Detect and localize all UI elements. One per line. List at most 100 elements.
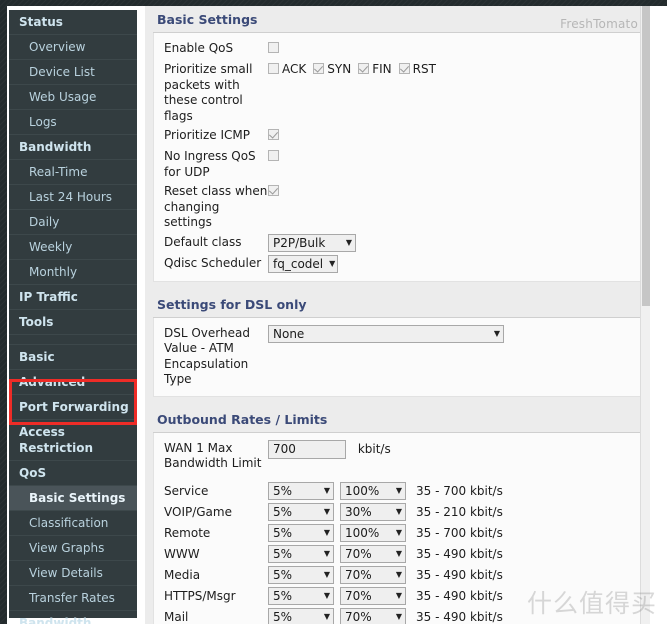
select-rate-percent[interactable]: 5% ▼ (268, 524, 334, 542)
label-service-name: Remote (164, 525, 211, 540)
flag-fin[interactable]: FIN (358, 61, 392, 78)
label-dsl-overhead: DSL Overhead Value - ATM Encapsulation T… (164, 325, 250, 387)
chevron-down-icon: ▼ (395, 507, 402, 516)
field-qdisc: fq_codel ▼ (268, 254, 635, 274)
content-scrollbar-thumb[interactable] (642, 6, 650, 306)
label-default-class: Default class (164, 234, 242, 249)
flag-syn[interactable]: SYN (313, 61, 351, 78)
label-service-name: HTTPS/Msgr (164, 588, 236, 603)
flag-ack[interactable]: ACK (268, 61, 306, 78)
sidebar-item-label: Basic (19, 350, 55, 364)
field-prioritize-icmp (268, 126, 635, 145)
sidebar-item-overview[interactable]: Overview (9, 35, 137, 60)
chevron-down-icon: ▼ (323, 528, 330, 537)
select-ceil-percent[interactable]: 100% ▼ (340, 524, 406, 542)
chevron-down-icon: ▼ (345, 237, 352, 247)
sidebar-item-bandwidth-limiter[interactable]: Bandwidth Limiter (9, 611, 137, 624)
chevron-down-icon: ▼ (323, 549, 330, 558)
chevron-down-icon: ▼ (323, 591, 330, 600)
sidebar-item-label: Device List (29, 65, 95, 79)
select-qdisc-scheduler[interactable]: fq_codel ▼ (268, 254, 338, 273)
select-rate-percent[interactable]: 5% ▼ (268, 482, 334, 500)
select-ceil-value: 70% (345, 547, 372, 561)
sidebar-item-access-restriction[interactable]: Access Restriction (9, 420, 137, 461)
sidebar-item-label: Advanced (19, 375, 86, 389)
content-scrollbar-track[interactable] (640, 6, 650, 624)
sidebar-item-label: Tools (19, 315, 54, 329)
chevron-down-icon: ▼ (395, 612, 402, 621)
select-rate-percent[interactable]: 5% ▼ (268, 566, 334, 584)
sidebar-item-advanced[interactable]: Advanced (9, 370, 137, 395)
sidebar-item-label: Basic Settings (29, 491, 126, 505)
select-rate-percent[interactable]: 5% ▼ (268, 608, 334, 624)
chevron-down-icon: ▼ (493, 328, 500, 338)
sidebar-item-view-graphs[interactable]: View Graphs (9, 536, 137, 561)
sidebar-item-label: Port Forwarding (19, 400, 129, 414)
checkbox-flag-syn[interactable] (313, 63, 325, 74)
sidebar-item-last-24-hours[interactable]: Last 24 Hours (9, 185, 137, 210)
label-small-packets: Prioritize small packets with these cont… (164, 62, 253, 123)
sidebar-item-logs[interactable]: Logs (9, 110, 137, 135)
checkbox-flag-fin[interactable] (358, 63, 370, 74)
checkbox-flag-rst[interactable] (398, 63, 410, 74)
sidebar-item-ip-traffic[interactable]: IP Traffic (9, 285, 137, 310)
checkbox-reset-class[interactable] (268, 185, 279, 196)
select-default-class[interactable]: P2P/Bulk ▼ (268, 233, 356, 252)
sidebar-item-basic[interactable]: Basic (9, 345, 137, 370)
checkbox-flag-ack[interactable] (268, 63, 279, 74)
checkbox-prioritize-icmp[interactable] (268, 129, 279, 140)
sidebar-item-transfer-rates[interactable]: Transfer Rates (9, 586, 137, 611)
sidebar-item-daily[interactable]: Daily (9, 210, 137, 235)
table-row: Remote 5% ▼ 100% ▼ 35 - 700 kbit/s (154, 523, 641, 544)
select-ceil-value: 70% (345, 568, 372, 582)
sidebar-item-classification[interactable]: Classification (9, 511, 137, 536)
sidebar-item-label: Monthly (29, 265, 78, 279)
checkbox-no-ingress-udp[interactable] (268, 150, 279, 161)
sidebar-item-port-forwarding[interactable]: Port Forwarding (9, 395, 137, 420)
chevron-down-icon: ▼ (323, 507, 330, 516)
select-ceil-percent[interactable]: 70% ▼ (340, 545, 406, 563)
label-service-name: Mail (164, 609, 189, 624)
sidebar-item-qos[interactable]: QoS (9, 461, 137, 486)
select-default-class-value: P2P/Bulk (273, 235, 326, 250)
sidebar-item-status[interactable]: Status (9, 10, 137, 35)
select-ceil-percent[interactable]: 70% ▼ (340, 608, 406, 624)
sidebar-item-weekly[interactable]: Weekly (9, 235, 137, 260)
select-rate-percent[interactable]: 5% ▼ (268, 545, 334, 563)
flag-rst[interactable]: RST (398, 61, 436, 78)
select-ceil-percent[interactable]: 70% ▼ (340, 566, 406, 584)
sidebar-item-bandwidth[interactable]: Bandwidth (9, 135, 137, 160)
sidebar-item-label: Access Restriction (19, 425, 94, 455)
select-ceil-percent[interactable]: 30% ▼ (340, 503, 406, 521)
select-rate-percent[interactable]: 5% ▼ (268, 587, 334, 605)
input-wan-max-bandwidth[interactable]: 700 (268, 439, 346, 459)
select-dsl-overhead[interactable]: None ▼ (268, 324, 504, 343)
sidebar-item-basic-settings[interactable]: Basic Settings (9, 486, 137, 511)
brand-label: FreshTomato (560, 17, 638, 31)
text-rate-range: 35 - 490 kbit/s (416, 547, 503, 561)
sidebar-item-label: Classification (29, 516, 109, 530)
select-rate-percent[interactable]: 5% ▼ (268, 503, 334, 521)
sidebar-item-device-list[interactable]: Device List (9, 60, 137, 85)
checkbox-enable-qos[interactable] (268, 42, 279, 53)
label-flag-fin: FIN (372, 62, 392, 76)
sidebar-item-label: Daily (29, 215, 60, 229)
sidebar-item-web-usage[interactable]: Web Usage (9, 85, 137, 110)
sidebar-item-label: Logs (29, 115, 57, 129)
row-qdisc: Qdisc Scheduler fq_codel ▼ (154, 254, 641, 275)
sidebar-item-tools[interactable]: Tools (9, 310, 137, 335)
sidebar-item-view-details[interactable]: View Details (9, 561, 137, 586)
select-dsl-overhead-value: None (273, 326, 305, 341)
table-row: VOIP/Game 5% ▼ 30% ▼ 35 - 210 kbit/s (154, 502, 641, 523)
text-rate-range: 35 - 700 kbit/s (416, 526, 503, 540)
sidebar-item-label: View Graphs (29, 541, 105, 555)
table-row: Media 5% ▼ 70% ▼ 35 - 490 kbit/s (154, 565, 641, 586)
select-ceil-percent[interactable]: 100% ▼ (340, 482, 406, 500)
sidebar-item-real-time[interactable]: Real-Time (9, 160, 137, 185)
select-ceil-percent[interactable]: 70% ▼ (340, 587, 406, 605)
sidebar-item-monthly[interactable]: Monthly (9, 260, 137, 285)
section-title-dsl: Settings for DSL only (153, 291, 642, 318)
row-enable-qos: Enable QoS (154, 39, 641, 60)
